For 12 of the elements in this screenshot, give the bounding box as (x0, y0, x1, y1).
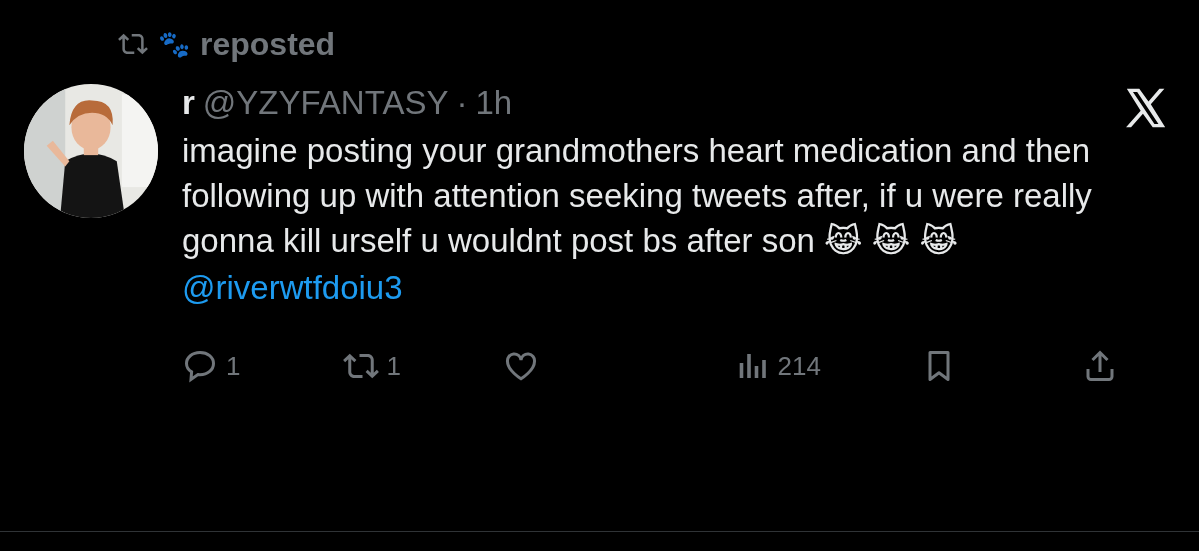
post-time[interactable]: 1h (475, 84, 513, 122)
display-name[interactable]: r (182, 84, 195, 122)
user-handle[interactable]: @YZYFANTASY (202, 84, 449, 122)
action-count: 1 (226, 350, 241, 382)
action-count: 1 (386, 350, 401, 382)
reply-icon[interactable] (182, 348, 218, 384)
mention-link[interactable]: @riverwtfdoiu3 (182, 265, 403, 310)
action-count: 214 (777, 350, 821, 382)
reposter-name[interactable]: 🐾 (158, 29, 190, 59)
separator-dot: · (456, 84, 468, 122)
reposted-label: reposted (200, 25, 336, 63)
post-text: imagine posting your grandmothers heart medication and then following up with attention seeking tweets after, if u were really gonna kill urself u wouldnt post bs after son 😹 😹 😹 (182, 131, 1093, 261)
